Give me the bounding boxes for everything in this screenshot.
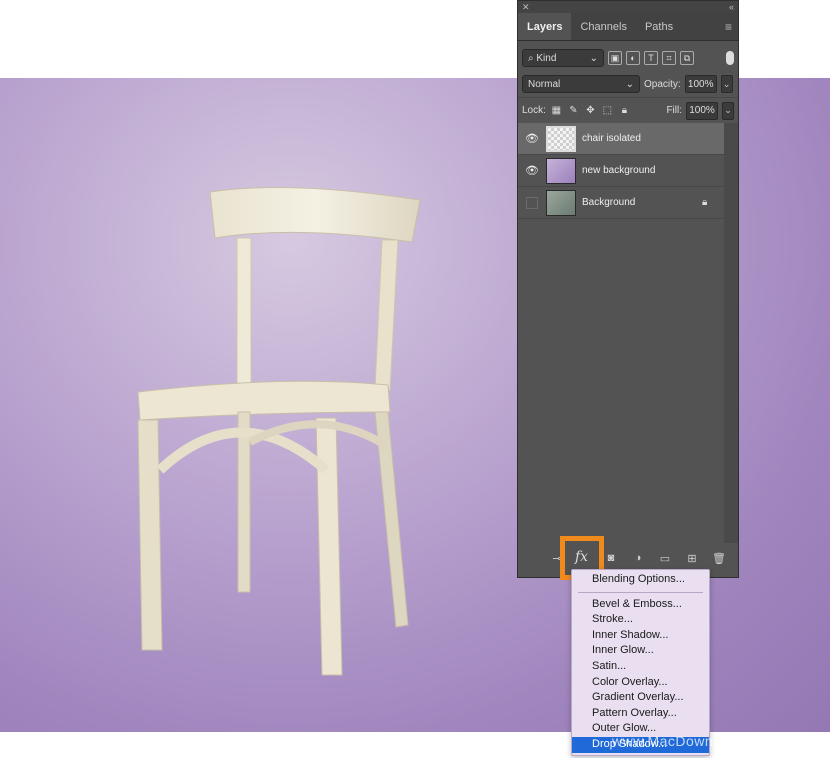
filter-toggle[interactable] bbox=[726, 51, 734, 65]
layer-name: chair isolated bbox=[582, 133, 641, 144]
new-layer-icon[interactable]: ⊞ bbox=[684, 552, 700, 565]
panel-tabs: Layers Channels Paths ≡ bbox=[518, 13, 738, 41]
blend-mode-select[interactable]: Normal ⌄ bbox=[522, 75, 640, 93]
shape-filter-icon[interactable]: ⌗ bbox=[662, 51, 676, 65]
eye-icon[interactable]: 👁︎ bbox=[518, 132, 546, 145]
lock-row: Lock: ▦ ✎ ✥ ⬚ 🔒︎ Fill: 100% ⌄ bbox=[518, 97, 738, 123]
filter-kind-select[interactable]: ⌕ Kind ⌄ bbox=[522, 49, 604, 67]
lock-move-icon[interactable]: ✥ bbox=[584, 104, 597, 117]
type-filter-icon[interactable]: T bbox=[644, 51, 658, 65]
lock-transparent-icon[interactable]: ▦ bbox=[550, 104, 563, 117]
filter-kind-label: Kind bbox=[536, 52, 557, 64]
collapse-icon[interactable]: « bbox=[729, 2, 734, 12]
layer-row[interactable]: 👁︎ new background bbox=[518, 155, 724, 187]
fill-label: Fill: bbox=[666, 105, 682, 116]
menu-separator bbox=[578, 591, 703, 593]
scrollbar[interactable] bbox=[724, 123, 738, 543]
search-icon: ⌕ bbox=[528, 52, 534, 64]
lock-icon: 🔒︎ bbox=[702, 197, 708, 208]
layer-thumbnail bbox=[546, 157, 576, 184]
panel-bottom-bar: ⊸ f ◙ ◑ ▭ ⊞ 🗑︎ bbox=[518, 547, 738, 569]
opacity-dropdown[interactable]: ⌄ bbox=[720, 75, 733, 93]
smart-object-filter-icon[interactable]: ⧉ bbox=[680, 51, 694, 65]
chevron-down-icon: ⌄ bbox=[589, 52, 598, 64]
opacity-label: Opacity: bbox=[644, 78, 681, 90]
watermark: www.MacDown.com bbox=[612, 733, 746, 749]
eye-icon[interactable]: 👁︎ bbox=[518, 164, 546, 177]
layer-row[interactable]: Background 🔒︎ bbox=[518, 187, 724, 219]
adjustment-icon[interactable]: ◑ bbox=[630, 552, 646, 564]
filter-row: ⌕ Kind ⌄ ▣ ◐ T ⌗ ⧉ bbox=[518, 45, 738, 71]
mask-icon[interactable]: ◙ bbox=[603, 552, 619, 564]
layer-name: new background bbox=[582, 165, 656, 176]
menu-item-gradient-overlay[interactable]: Gradient Overlay... bbox=[572, 690, 709, 706]
panel-titlebar: ✕ « bbox=[518, 1, 738, 13]
layer-name: Background bbox=[582, 197, 636, 208]
layer-thumbnail bbox=[546, 125, 576, 152]
menu-item-inner-glow[interactable]: Inner Glow... bbox=[572, 643, 709, 659]
tab-layers[interactable]: Layers bbox=[518, 13, 572, 40]
blend-mode-value: Normal bbox=[528, 78, 561, 90]
lock-artboard-icon[interactable]: ⬚ bbox=[601, 104, 614, 117]
menu-item-bevel-emboss[interactable]: Bevel & Emboss... bbox=[572, 597, 709, 613]
menu-item-blending-options[interactable]: Blending Options... bbox=[572, 572, 709, 588]
chair-image bbox=[137, 187, 421, 676]
lock-paint-icon[interactable]: ✎ bbox=[567, 104, 580, 117]
tab-channels[interactable]: Channels bbox=[571, 13, 635, 40]
close-icon[interactable]: ✕ bbox=[522, 2, 530, 13]
blend-row: Normal ⌄ Opacity: 100% ⌄ bbox=[518, 71, 738, 97]
lock-label: Lock: bbox=[522, 105, 546, 116]
menu-item-pattern-overlay[interactable]: Pattern Overlay... bbox=[572, 706, 709, 722]
panel-menu-icon[interactable]: ≡ bbox=[725, 13, 738, 40]
tab-paths[interactable]: Paths bbox=[636, 13, 682, 40]
opacity-input[interactable]: 100% bbox=[684, 75, 717, 93]
layer-style-menu: Blending Options... Bevel & Emboss... St… bbox=[571, 569, 710, 756]
menu-item-satin[interactable]: Satin... bbox=[572, 659, 709, 675]
image-filter-icon[interactable]: ▣ bbox=[608, 51, 622, 65]
fill-dropdown[interactable]: ⌄ bbox=[722, 101, 734, 120]
adjustment-filter-icon[interactable]: ◐ bbox=[626, 51, 640, 65]
chevron-down-icon: ⌄ bbox=[625, 78, 634, 90]
layers-panel: ✕ « Layers Channels Paths ≡ ⌕ Kind ⌄ ▣ ◐… bbox=[517, 0, 739, 578]
layers-list: 👁︎ chair isolated 👁︎ new background Back… bbox=[518, 123, 724, 219]
menu-item-stroke[interactable]: Stroke... bbox=[572, 612, 709, 628]
layer-thumbnail bbox=[546, 189, 576, 216]
fill-input[interactable]: 100% bbox=[686, 101, 718, 120]
visibility-toggle[interactable] bbox=[526, 196, 538, 209]
menu-item-inner-shadow[interactable]: Inner Shadow... bbox=[572, 628, 709, 644]
layer-row[interactable]: 👁︎ chair isolated bbox=[518, 123, 724, 155]
lock-all-icon[interactable]: 🔒︎ bbox=[618, 104, 631, 117]
trash-icon[interactable]: 🗑︎ bbox=[711, 552, 727, 565]
folder-icon[interactable]: ▭ bbox=[657, 552, 673, 565]
menu-item-color-overlay[interactable]: Color Overlay... bbox=[572, 675, 709, 691]
